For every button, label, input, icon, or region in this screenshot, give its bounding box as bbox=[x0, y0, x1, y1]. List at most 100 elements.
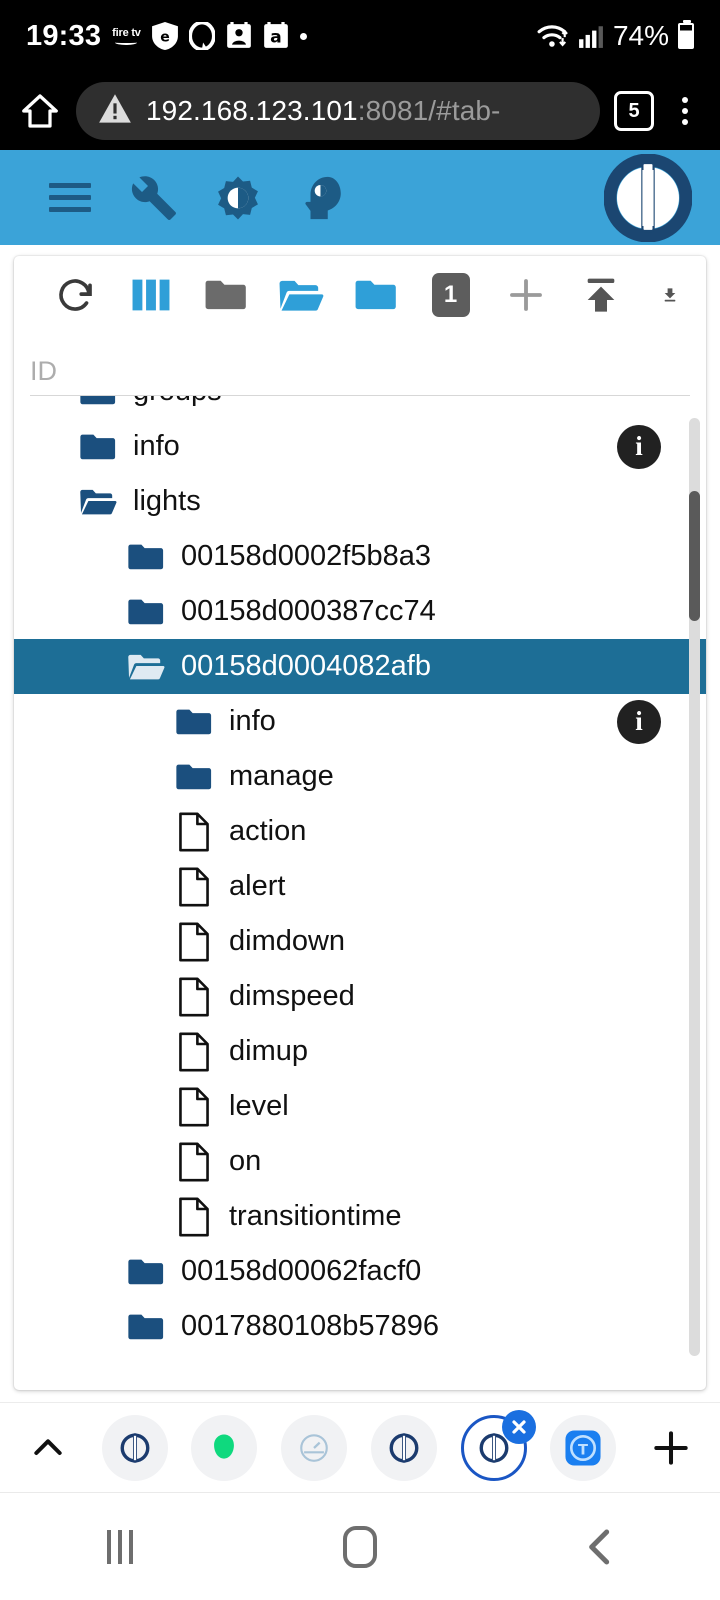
tree-row-label: 0017880108b57896 bbox=[181, 1310, 440, 1342]
file-icon bbox=[172, 1197, 216, 1237]
tree-row[interactable]: dimspeed bbox=[14, 969, 706, 1024]
tree-row-label: 00158d0002f5b8a3 bbox=[181, 540, 431, 572]
tree-row-label: dimdown bbox=[229, 925, 346, 957]
folder-open-icon[interactable] bbox=[263, 260, 338, 330]
tree-row[interactable]: 0017880108b57896 bbox=[14, 1299, 706, 1354]
tree-row-label: alert bbox=[229, 870, 286, 902]
tree-row[interactable]: 00158d000387cc74 bbox=[14, 584, 706, 639]
browser-url-bar: 192.168.123.101:8081/#tab- 5 bbox=[0, 72, 720, 150]
tree-row-label: 00158d000387cc74 bbox=[181, 595, 436, 627]
url-host: 192.168.123.101 bbox=[146, 95, 358, 126]
tree-row-label: manage bbox=[229, 760, 334, 792]
folder-open-icon bbox=[124, 651, 168, 682]
status-bar-right: 74% bbox=[537, 20, 694, 52]
new-tab-button[interactable] bbox=[640, 1426, 702, 1470]
tree-row[interactable]: 00158d0002f5b8a3 bbox=[14, 529, 706, 584]
tree-row[interactable]: 00158d00062facf0 bbox=[14, 1244, 706, 1299]
android-status-bar: 19:33 fire tv e a 74% bbox=[0, 0, 720, 72]
file-icon bbox=[172, 1087, 216, 1127]
folder-closed-icon bbox=[124, 1312, 168, 1342]
kebab-menu-icon[interactable] bbox=[668, 97, 702, 125]
file-icon bbox=[172, 812, 216, 852]
svg-text:T: T bbox=[578, 1441, 588, 1458]
objects-toolbar: 1 bbox=[14, 256, 706, 334]
search-input[interactable] bbox=[30, 356, 690, 396]
hamburger-menu-icon[interactable] bbox=[28, 156, 112, 240]
tree-row[interactable]: dimup bbox=[14, 1024, 706, 1079]
url-address-bar[interactable]: 192.168.123.101:8081/#tab- bbox=[76, 82, 600, 140]
home-square-icon[interactable] bbox=[240, 1525, 480, 1568]
tree-row[interactable]: groups bbox=[14, 396, 706, 419]
file-icon bbox=[172, 1032, 216, 1072]
tree-row-label: dimup bbox=[229, 1035, 308, 1067]
tab-tasmota[interactable]: T bbox=[550, 1414, 617, 1481]
info-icon[interactable]: i bbox=[617, 424, 661, 469]
tree-row[interactable]: action bbox=[14, 804, 706, 859]
folder-closed-icon bbox=[172, 762, 216, 792]
back-chevron-icon[interactable] bbox=[480, 1527, 720, 1567]
tab-green[interactable] bbox=[191, 1414, 258, 1481]
folder-closed-icon[interactable] bbox=[188, 260, 263, 330]
columns-icon[interactable] bbox=[113, 260, 188, 330]
close-x-icon[interactable] bbox=[501, 1409, 536, 1444]
depth-badge[interactable]: 1 bbox=[413, 260, 488, 330]
iobroker-logo-icon[interactable] bbox=[604, 153, 692, 242]
objects-card: 1 groups info i lights 00158d0002f5b8a3 00158… bbox=[14, 256, 706, 1390]
home-icon[interactable] bbox=[18, 89, 62, 133]
tab-list: T bbox=[78, 1409, 640, 1481]
brightness-icon[interactable] bbox=[196, 156, 280, 240]
tree-row[interactable]: manage bbox=[14, 749, 706, 804]
chevron-up-icon[interactable] bbox=[18, 1428, 78, 1468]
tab-count-button[interactable]: 5 bbox=[614, 91, 654, 131]
tree-row[interactable]: on bbox=[14, 1134, 706, 1189]
android-nav-bar bbox=[0, 1492, 720, 1600]
info-icon[interactable]: i bbox=[617, 699, 661, 744]
tree-row-label: on bbox=[229, 1145, 262, 1177]
tab-iobroker-2[interactable] bbox=[370, 1414, 437, 1481]
plus-icon[interactable] bbox=[488, 260, 563, 330]
phone-screen: 19:33 fire tv e a 74% 192.168.123.101:80… bbox=[0, 0, 720, 1600]
tree-row[interactable]: info i bbox=[14, 694, 706, 749]
tab-iobroker-3[interactable] bbox=[460, 1409, 536, 1481]
folder-filled-icon[interactable] bbox=[338, 260, 413, 330]
tree-row[interactable]: info i bbox=[14, 419, 706, 474]
folder-closed-icon bbox=[124, 542, 168, 572]
firetv-icon: fire tv bbox=[112, 27, 141, 45]
folder-open-icon bbox=[76, 486, 120, 517]
warning-triangle-icon[interactable] bbox=[98, 93, 132, 130]
tree-row-label: info bbox=[229, 705, 276, 737]
dot-icon bbox=[299, 32, 307, 40]
status-bar-left: 19:33 fire tv e a bbox=[26, 20, 307, 53]
tree-row-selected[interactable]: 00158d0004082afb bbox=[14, 639, 706, 694]
wifi-icon bbox=[537, 22, 569, 50]
battery-percentage: 74% bbox=[612, 20, 669, 51]
recents-icon[interactable] bbox=[0, 1529, 240, 1564]
tree-row-label: lights bbox=[133, 485, 201, 517]
tree-row-label: transitiontime bbox=[229, 1200, 402, 1232]
tree-row[interactable]: transitiontime bbox=[14, 1189, 706, 1244]
battery-icon bbox=[678, 20, 694, 49]
refresh-icon[interactable] bbox=[38, 260, 113, 330]
upload-icon[interactable] bbox=[563, 260, 638, 330]
object-tree[interactable]: groups info i lights 00158d0002f5b8a3 00158d0… bbox=[14, 396, 706, 1362]
head-icon[interactable] bbox=[280, 156, 364, 240]
scrollbar-thumb[interactable] bbox=[689, 491, 700, 621]
wrench-icon[interactable] bbox=[112, 156, 196, 240]
download-icon[interactable] bbox=[638, 260, 678, 330]
file-icon bbox=[172, 1142, 216, 1182]
tree-row[interactable]: level bbox=[14, 1079, 706, 1134]
tab-gauge[interactable] bbox=[281, 1414, 348, 1481]
url-text: 192.168.123.101:8081/#tab- bbox=[146, 95, 501, 127]
id-filter-row bbox=[30, 334, 690, 396]
status-clock: 19:33 bbox=[26, 19, 102, 52]
tab-iobroker-1[interactable] bbox=[101, 1414, 168, 1481]
tree-row-label: 00158d0004082afb bbox=[181, 650, 431, 682]
tree-row[interactable]: dimdown bbox=[14, 914, 706, 969]
folder-closed-icon bbox=[124, 597, 168, 627]
tree-row[interactable]: lights bbox=[14, 474, 706, 529]
tree-row-label: dimspeed bbox=[229, 980, 355, 1012]
tree-row[interactable]: alert bbox=[14, 859, 706, 914]
depth-badge-value: 1 bbox=[431, 273, 470, 317]
alexa-icon bbox=[188, 22, 215, 50]
folder-closed-icon bbox=[124, 1257, 168, 1287]
